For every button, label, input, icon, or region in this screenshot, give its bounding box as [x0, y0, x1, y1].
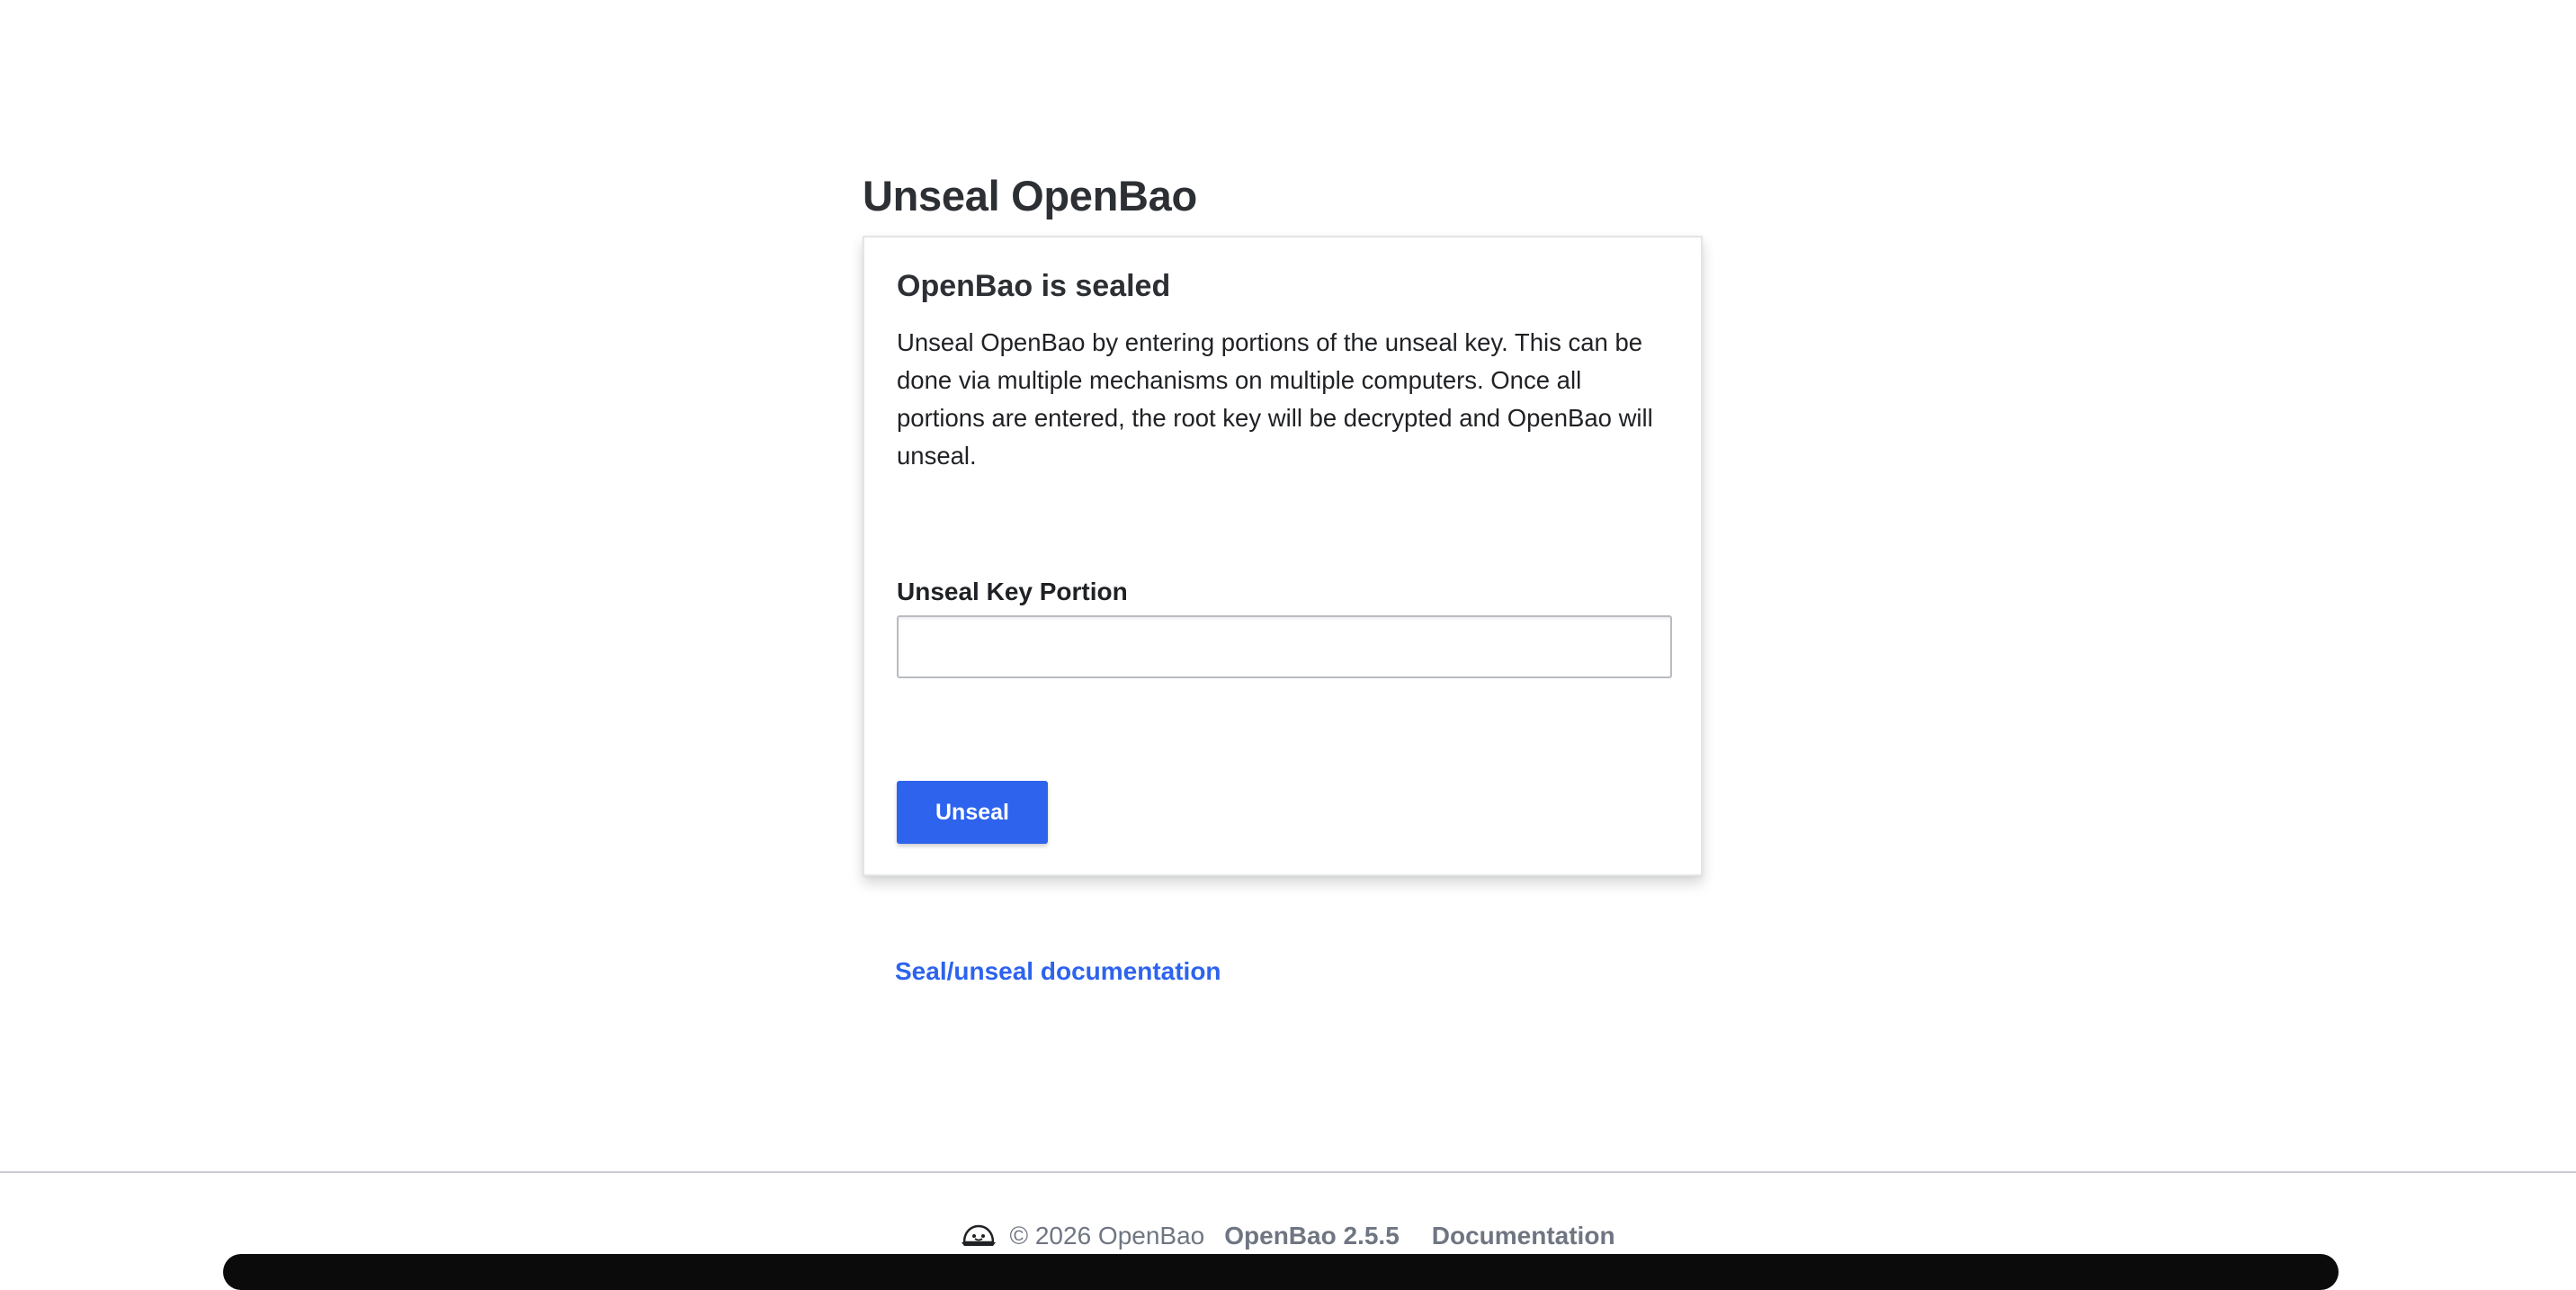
- bottom-overlay-bar: [223, 1254, 2339, 1290]
- footer-documentation-link[interactable]: Documentation: [1432, 1222, 1615, 1250]
- footer: © 2026 OpenBao OpenBao 2.5.5 Documentati…: [0, 1216, 2576, 1256]
- unseal-card: OpenBao is sealed Unseal OpenBao by ente…: [863, 236, 1703, 876]
- unseal-button[interactable]: Unseal: [897, 781, 1048, 844]
- footer-divider: [0, 1171, 2576, 1173]
- openbao-logo-icon: [961, 1223, 997, 1250]
- footer-copyright: © 2026 OpenBao: [1009, 1222, 1205, 1250]
- unseal-page: Unseal OpenBao OpenBao is sealed Unseal …: [863, 169, 1703, 876]
- page-title: Unseal OpenBao: [863, 172, 1197, 219]
- footer-version: OpenBao 2.5.5: [1224, 1222, 1400, 1250]
- card-description: Unseal OpenBao by entering portions of t…: [897, 328, 1653, 470]
- seal-unseal-docs-link[interactable]: Seal/unseal documentation: [895, 957, 1221, 986]
- unseal-key-input[interactable]: [897, 615, 1672, 678]
- card-title: OpenBao is sealed: [897, 269, 1171, 303]
- unseal-key-label: Unseal Key Portion: [897, 578, 1128, 605]
